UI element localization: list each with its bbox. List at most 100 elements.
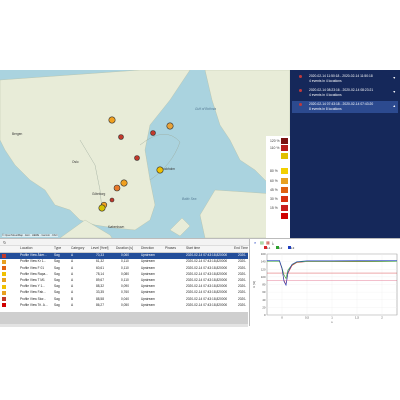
y-tick-label: 60 (262, 290, 266, 294)
legend-label: L2 (279, 246, 283, 250)
cell-level: 88,32 (96, 284, 104, 289)
y-tick-label: 0 (264, 313, 266, 317)
plot-panel: ⌕ ▤ ▦ ⤓ L1 L2 L3 0 20 40 60 80 100 120 140 160 0 0… (251, 239, 400, 326)
map-marker[interactable] (150, 130, 156, 136)
cell-duration: 0,060 (121, 253, 129, 258)
cell-start-time: 2020-02-14 07:43:18,820000 (186, 284, 228, 289)
map-marker[interactable] (156, 166, 164, 174)
cell-type: Sag (54, 265, 60, 270)
legend-item-l2[interactable]: L2 (275, 246, 283, 250)
sea-label-baltic: Baltic Sea (182, 197, 197, 201)
legend-row: 60 % (267, 178, 289, 184)
row-color-swatch (2, 265, 6, 270)
legend-row (267, 153, 289, 159)
row-color-swatch (2, 278, 6, 283)
row-color-swatch (2, 272, 6, 277)
column-header-level[interactable]: Level [%ref] (91, 246, 108, 252)
horizontal-scrollbar[interactable] (0, 324, 248, 327)
plot-toolbar: ⌕ ▤ ▦ ⤓ (251, 239, 400, 245)
cell-type: Sag (54, 296, 60, 301)
cell-duration: 0,110 (121, 265, 129, 270)
chevron-down-icon[interactable]: ▼ (393, 76, 396, 80)
zoom-icon[interactable]: ⌕ (254, 240, 256, 245)
event-group-item[interactable]: 2020-02-14 07:43:18 - 2020-02-14 07:43:2… (292, 101, 398, 113)
cell-end-time: 2020- (238, 265, 247, 270)
cell-level: 88,58 (96, 296, 104, 301)
export-icon[interactable]: ⤓ (272, 240, 274, 245)
event-group-item[interactable]: 2020-02-14 11:50:18 - 2020-02-14 11:50:1… (292, 73, 398, 85)
x-tick-label: 2 (381, 316, 383, 320)
application-window: Bergen Oslo Stockholm Göteborg København… (0, 70, 400, 327)
cell-category: A (71, 284, 74, 289)
legend-row: 120 % (267, 138, 289, 144)
cell-level: 60,61 (96, 265, 104, 270)
cell-category: A (71, 302, 74, 307)
map-marker[interactable] (120, 179, 128, 187)
cell-location: Profile View Tri. A... (20, 302, 48, 307)
column-header-end-time[interactable]: End Time (234, 246, 248, 252)
legend-item-l3[interactable]: L3 (287, 246, 294, 250)
y-tick-label: 160 (261, 252, 266, 256)
cell-duration: 0,110 (121, 259, 129, 264)
x-axis-label: s (331, 320, 333, 324)
column-header-type[interactable]: Type (54, 246, 61, 252)
map-marker[interactable] (98, 204, 106, 212)
column-header-location[interactable]: Location (20, 246, 32, 252)
city-label-oslo: Oslo (72, 160, 79, 164)
cell-end-time: 2020- (238, 290, 247, 295)
cell-location: Profile View Y 1... (20, 284, 45, 289)
cell-direction: Upstream (141, 265, 155, 270)
cell-start-time: 2020-02-14 07:43:18,820000 (186, 290, 228, 295)
table-row[interactable]: Profile View Tri. A... Sag A 86,27 0,050 Upst… (0, 302, 248, 308)
map-marker[interactable] (108, 116, 116, 124)
cell-direction: Upstream (141, 278, 155, 283)
map-marker[interactable] (109, 197, 115, 203)
map-marker[interactable] (166, 122, 174, 130)
voltage-plot[interactable]: 0 20 40 60 80 100 120 140 160 0 0,5 1 1,5 2 U [%] s (251, 251, 400, 326)
legend-item-l1[interactable]: L1 (263, 246, 270, 250)
column-header-start-time[interactable]: Start time (186, 246, 200, 252)
city-label-kobenhavn: København (108, 225, 125, 229)
row-color-swatch (2, 290, 6, 295)
event-status-icon (299, 75, 302, 78)
row-color-swatch (2, 284, 6, 289)
column-header-phases[interactable]: Phases (165, 246, 176, 252)
chevron-up-icon[interactable]: ▲ (393, 104, 396, 108)
event-summary: 4 events in 4 locations (309, 78, 342, 83)
cell-type: Sag (54, 253, 60, 258)
chevron-down-icon[interactable]: ▼ (393, 90, 396, 94)
refresh-icon[interactable]: ↻ (3, 240, 6, 245)
column-header-direction[interactable]: Direction (141, 246, 154, 252)
legend-swatch (281, 138, 288, 144)
event-summary: 4 events in 4 locations (309, 92, 342, 97)
table-icon[interactable]: ▦ (266, 240, 270, 245)
y-tick-label: 100 (261, 275, 266, 279)
column-header-duration[interactable]: Duration [s] (116, 246, 133, 252)
map-marker[interactable] (134, 155, 140, 161)
map-marker[interactable] (113, 184, 121, 192)
cell-end-time: 2020- (238, 253, 247, 258)
y-axis-label: U [%] (252, 281, 256, 288)
cell-category: A (71, 290, 74, 295)
legend-swatch (281, 153, 288, 159)
map-canvas[interactable]: Bergen Oslo Stockholm Göteborg København… (0, 70, 290, 238)
cell-category: A (71, 265, 74, 270)
cell-duration: 0,090 (121, 284, 129, 289)
event-group-item[interactable]: 2020-02-14 08:23:16 - 2020-02-14 08:23:2… (292, 87, 398, 99)
cell-type: Sag (54, 259, 60, 264)
cell-type: Sag (54, 302, 60, 307)
cell-category: A (71, 271, 74, 276)
map-attribution: © OpenStreetMap · Esri · HERE · Garmin ·… (2, 234, 58, 237)
legend-swatch (281, 178, 288, 184)
legend-label: 110 % (270, 146, 280, 150)
map-marker[interactable] (118, 134, 124, 140)
panel-splitter[interactable] (249, 239, 250, 326)
table-toolbar: ↻ (0, 239, 250, 246)
cell-end-time: 2020- (238, 296, 247, 301)
column-header-category[interactable]: Category (71, 246, 84, 252)
map-view[interactable]: Bergen Oslo Stockholm Göteborg København… (0, 70, 290, 238)
cell-end-time: 2020- (238, 302, 247, 307)
cell-direction: Upstream (141, 302, 155, 307)
chart-icon[interactable]: ▤ (260, 240, 264, 245)
legend-swatch (281, 205, 288, 211)
